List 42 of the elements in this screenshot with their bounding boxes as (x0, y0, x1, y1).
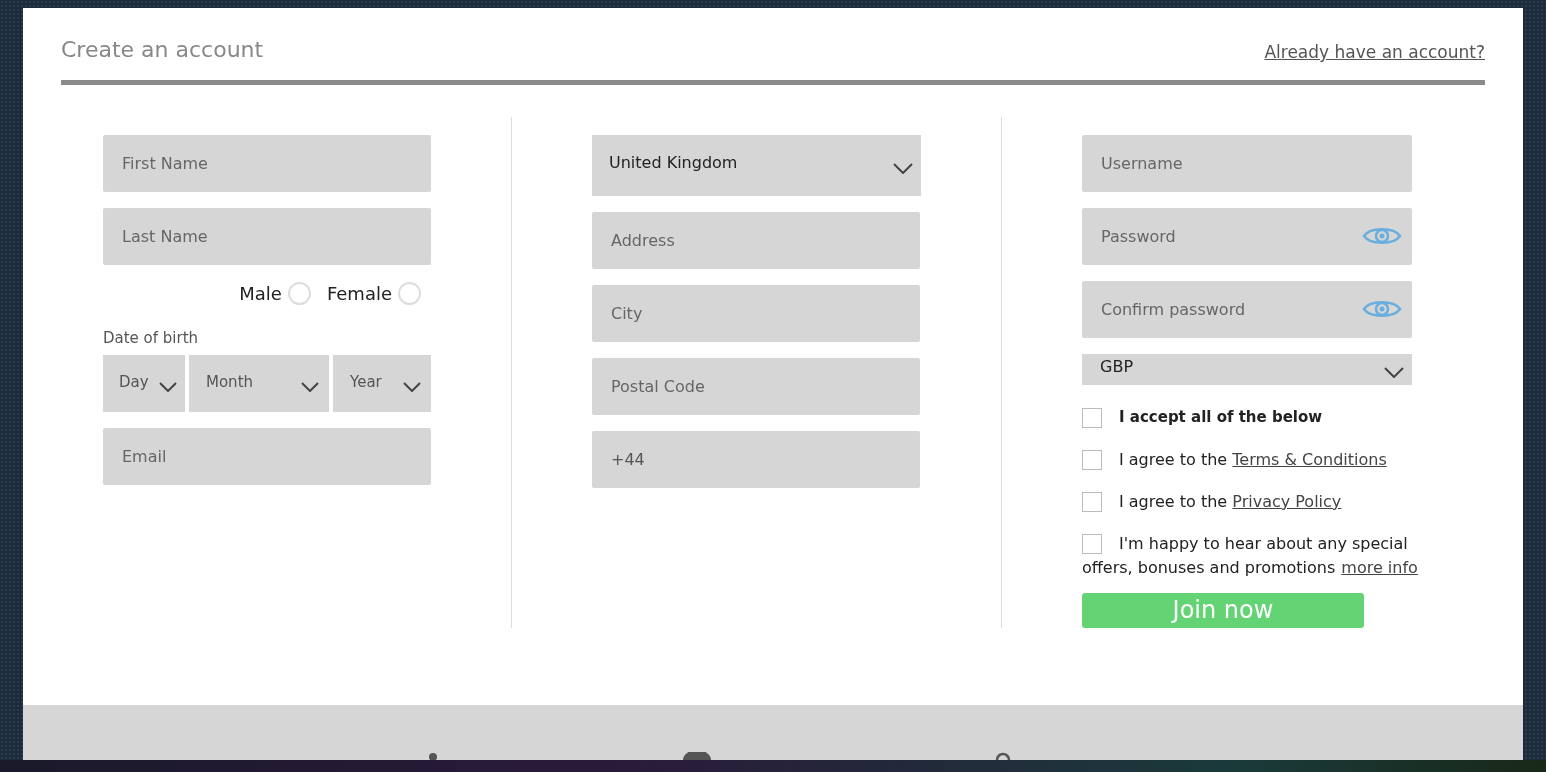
address-field[interactable]: Postal Code (592, 358, 920, 415)
login-link[interactable]: Already have an account? (1264, 42, 1485, 74)
checkbox[interactable] (1082, 491, 1102, 512)
chevron-down-icon (893, 163, 913, 174)
checkbox[interactable] (1082, 449, 1102, 470)
password-field[interactable]: Password (1082, 208, 1412, 265)
chevron-down-icon (1384, 366, 1404, 378)
footer-icon (995, 752, 1011, 760)
footer-icon (683, 752, 711, 760)
consent-label: I agree to the Terms & Conditions (1119, 448, 1387, 471)
consent-link[interactable]: Terms & Conditions (1232, 449, 1387, 469)
consent-label: I accept all of the below (1119, 406, 1323, 428)
consent-link[interactable]: Privacy Policy (1232, 491, 1342, 511)
more-info-link[interactable]: more info (1341, 557, 1418, 577)
currency-dropdown[interactable]: GBP (1082, 354, 1412, 385)
gender-label: Female (326, 282, 392, 304)
password-field[interactable]: Confirm password (1082, 281, 1412, 338)
gender-radio[interactable] (287, 281, 311, 305)
date-dropdown[interactable]: Day (103, 355, 185, 412)
date-dropdown[interactable]: Year (333, 355, 431, 412)
last-name-field[interactable]: Last Name (103, 208, 431, 265)
first-name-field[interactable]: First Name (103, 135, 431, 192)
email-field[interactable]: Email (103, 428, 431, 485)
date-of-birth-label: Date of birth (103, 329, 200, 347)
chevron-down-icon (159, 381, 177, 392)
username-field[interactable]: Username (1082, 135, 1412, 192)
footer-icon (428, 752, 438, 760)
country-dropdown[interactable]: United Kingdom (592, 135, 921, 196)
gender-radio[interactable] (398, 281, 421, 305)
consent-label: I agree to the Privacy Policy (1119, 490, 1342, 513)
dialog-title: Create an account (61, 37, 264, 64)
checkbox[interactable] (1082, 533, 1102, 554)
address-field[interactable]: City (592, 285, 920, 342)
phone-field[interactable]: +44 (592, 431, 920, 488)
chevron-down-icon (301, 381, 319, 392)
address-field[interactable]: Address (592, 212, 920, 269)
consent-label: offers, bonuses and promotions (1082, 557, 1336, 577)
chevron-down-icon (403, 381, 421, 392)
gender-label: Male (239, 282, 282, 304)
checkbox[interactable] (1082, 407, 1102, 428)
date-dropdown[interactable]: Month (189, 355, 329, 412)
consent-label: I'm happy to hear about any special (1119, 532, 1408, 555)
